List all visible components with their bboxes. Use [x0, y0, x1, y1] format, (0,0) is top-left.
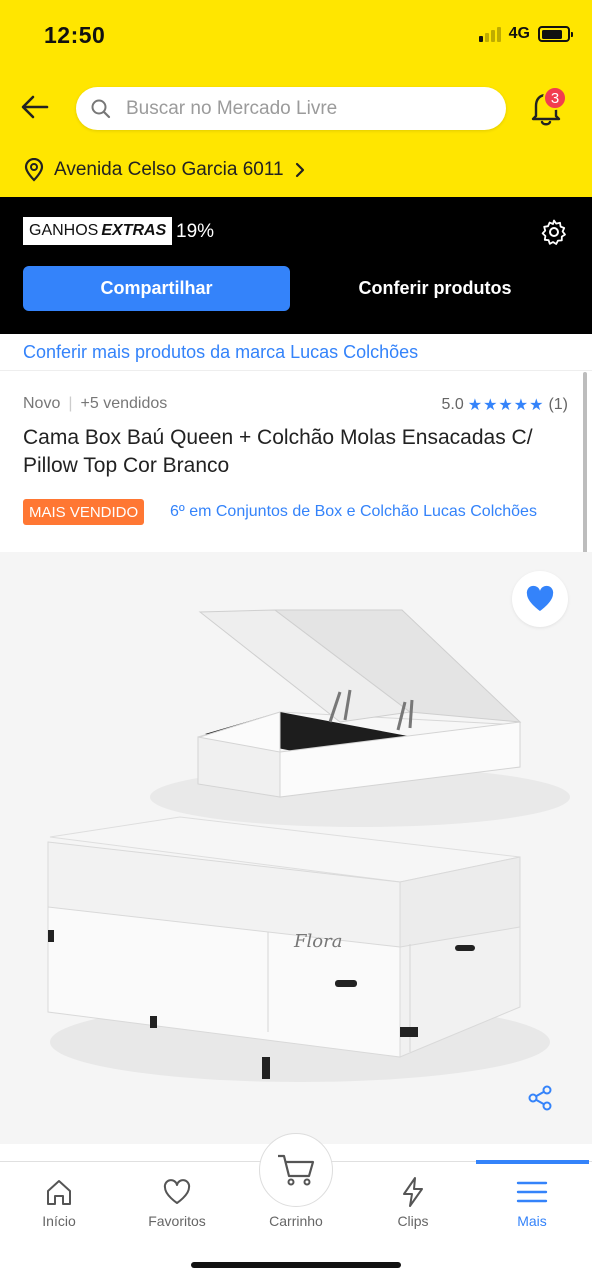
check-products-button[interactable]: Conferir produtos [300, 266, 570, 311]
tab-mais[interactable]: Mais [482, 1175, 582, 1229]
rating-stars: ★★★★★ [467, 397, 545, 414]
tab-label: Favoritos [148, 1213, 206, 1229]
tab-label: Mais [517, 1213, 547, 1229]
extras-text: EXTRAS [101, 222, 167, 239]
search-input[interactable] [126, 97, 466, 120]
commission-percent: 19% [176, 221, 215, 242]
rating[interactable]: 5.0 ★★★★★ (1) [441, 395, 568, 415]
review-count: (1) [548, 396, 568, 413]
ganhos-extras-logo: GANHOS EXTRAS [23, 217, 173, 245]
share-button[interactable]: Compartilhar [23, 266, 290, 311]
tab-label: Carrinho [269, 1213, 323, 1229]
notification-badge: 3 [543, 86, 567, 110]
tab-carrinho[interactable] [259, 1133, 333, 1207]
product-title: Cama Box Baú Queen + Colchão Molas Ensac… [23, 426, 533, 477]
scrollbar[interactable] [583, 372, 587, 560]
gear-icon[interactable] [540, 218, 568, 246]
search-bar[interactable] [76, 87, 506, 130]
rating-value: 5.0 [441, 396, 464, 413]
location-pin-icon [24, 158, 44, 182]
heart-filled-icon [526, 585, 554, 611]
ganhos-text: GANHOS [29, 222, 99, 239]
signal-icon [478, 26, 501, 42]
condition-text: Novo [23, 395, 61, 412]
delivery-address[interactable]: Avenida Celso Garcia 6011 [24, 158, 306, 182]
share-icon[interactable] [526, 1084, 554, 1112]
brand-products-link[interactable]: Conferir mais produtos da marca Lucas Co… [23, 342, 418, 363]
status-time: 12:50 [44, 22, 106, 48]
tab-inicio[interactable]: Início [9, 1175, 109, 1229]
divider [0, 370, 592, 371]
mattress-label: Flora [293, 931, 342, 952]
chevron-right-icon [295, 162, 304, 178]
tab-label: Clips [397, 1213, 429, 1229]
network-type: 4G [508, 25, 530, 42]
best-seller-badge: MAIS VENDIDO [23, 499, 145, 525]
bed-illustration: Flora [47, 609, 570, 1082]
tab-favoritos[interactable]: Favoritos [127, 1175, 227, 1229]
clips-icon [403, 1177, 423, 1207]
home-icon [47, 1180, 71, 1205]
menu-icon [516, 1181, 548, 1203]
active-tab-indicator [476, 1160, 589, 1164]
status-indicators: 4G [478, 25, 573, 43]
home-indicator[interactable] [191, 1262, 401, 1268]
product-image[interactable]: Flora [0, 552, 592, 1144]
category-rank-link[interactable]: 6º em Conjuntos de Box e Colchão Lucas C… [170, 503, 537, 521]
product-meta: Novo | +5 vendidos [23, 395, 168, 412]
favorite-button[interactable] [512, 571, 568, 627]
heart-icon [163, 1179, 191, 1204]
search-icon [91, 99, 111, 118]
tab-label: Início [42, 1213, 76, 1229]
cart-icon [278, 1154, 315, 1186]
battery-icon [538, 26, 573, 42]
sold-count: +5 vendidos [80, 395, 168, 412]
address-text: Avenida Celso Garcia 6011 [54, 159, 284, 180]
back-arrow-icon[interactable] [18, 90, 52, 124]
tab-clips[interactable]: Clips [363, 1175, 463, 1229]
